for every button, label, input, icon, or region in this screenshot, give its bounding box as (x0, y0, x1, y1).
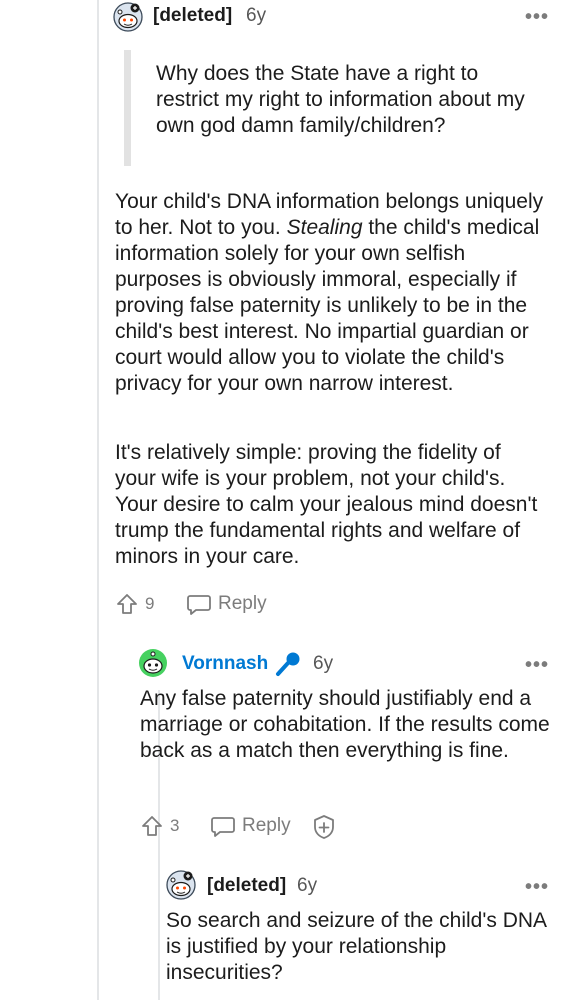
comment-body: Any false paternity should justifiably e… (140, 687, 550, 762)
reply-bubble-icon (187, 595, 211, 615)
comment-paragraph-1: Your child's DNA information belongs uni… (115, 189, 545, 397)
reply-label: Reply (218, 593, 267, 614)
upvote-arrow-icon (117, 594, 137, 614)
award-add-icon[interactable] (311, 814, 337, 840)
deleted-user-avatar-icon[interactable] (113, 2, 143, 32)
username[interactable]: [deleted] (153, 5, 232, 27)
comment-paragraph-2: It's relatively simple: proving the fide… (115, 441, 538, 568)
reply-button[interactable]: Reply (186, 592, 267, 616)
reply-label: Reply (242, 815, 291, 836)
upvote-button[interactable]: 3 (140, 814, 179, 838)
blockquote-text: Why does the State have a right to restr… (156, 62, 525, 137)
blockquote-bar (124, 50, 131, 166)
text-run: the child's medical information solely f… (115, 216, 540, 395)
username[interactable]: [deleted] (207, 875, 286, 897)
emphasis-text: Stealing (286, 216, 363, 239)
upvote-count: 9 (145, 594, 155, 613)
user-avatar-icon[interactable] (138, 648, 168, 678)
timestamp: 6y (246, 5, 267, 26)
deleted-user-avatar-icon[interactable] (166, 870, 196, 900)
upvote-button[interactable]: 9 (115, 592, 154, 616)
upvote-count: 3 (170, 816, 180, 835)
thread-line-1[interactable] (97, 0, 99, 1000)
username[interactable]: Vornnash (182, 653, 268, 675)
more-options-icon[interactable]: ••• (525, 655, 549, 675)
more-options-icon[interactable]: ••• (525, 877, 549, 897)
timestamp: 6y (297, 875, 318, 896)
comment-body: So search and seizure of the child's DNA… (166, 909, 546, 984)
timestamp: 6y (313, 653, 334, 674)
upvote-arrow-icon (142, 816, 162, 836)
more-options-icon[interactable]: ••• (525, 7, 549, 27)
reply-bubble-icon (211, 817, 235, 837)
microphone-icon (276, 652, 300, 676)
reply-button[interactable]: Reply (210, 814, 291, 838)
